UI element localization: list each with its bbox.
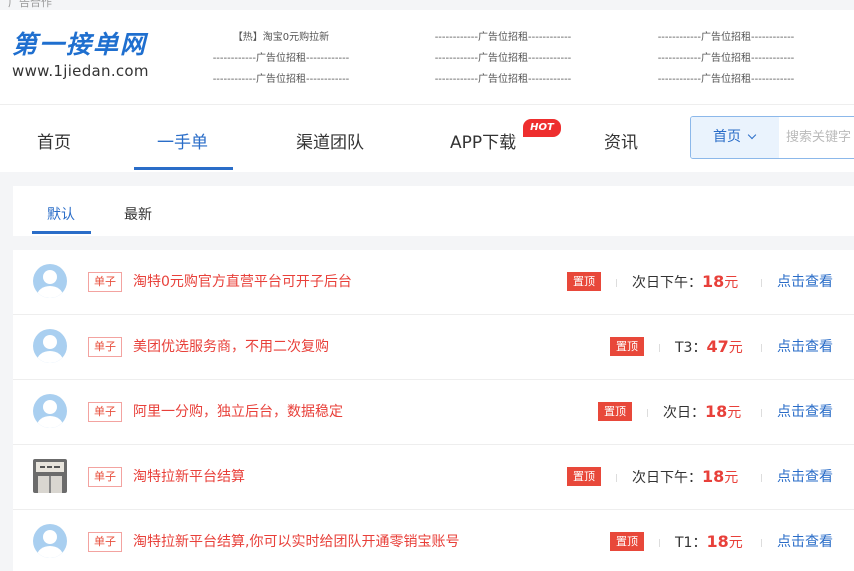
settlement-time: T1 <box>675 535 693 551</box>
view-details-link[interactable]: 点击查看 <box>777 270 833 294</box>
settlement-price: T3：47元 <box>675 337 743 356</box>
avatar-shop-photo <box>33 459 67 493</box>
list-item[interactable]: 单子 淘特拉新平台结算 置顶 次日下午：18元 点击查看 <box>13 445 854 510</box>
price-value: 18 <box>705 402 728 421</box>
pinned-badge: 置顶 <box>567 272 601 291</box>
item-title[interactable]: 淘特拉新平台结算,你可以实时给团队开通零销宝账号 <box>133 532 459 552</box>
item-title[interactable]: 阿里一分购，独立后台，数据稳定 <box>133 402 343 422</box>
type-tag: 单子 <box>88 272 122 292</box>
settlement-time: 次日下午 <box>632 275 688 291</box>
ad-slot[interactable]: ------------广告位招租------------ <box>638 28 814 43</box>
search-input[interactable] <box>786 117 854 158</box>
settlement-time: 次日 <box>663 405 691 421</box>
divider <box>761 279 762 287</box>
tab-default[interactable]: 默认 <box>47 204 75 224</box>
pinned-badge: 置顶 <box>610 532 644 551</box>
logo-title: 第一接单网 <box>12 30 148 59</box>
price-value: 18 <box>702 272 725 291</box>
settlement-price: 次日下午：18元 <box>632 467 739 486</box>
view-details-link[interactable]: 点击查看 <box>777 465 833 489</box>
list-item[interactable]: 单子 美团优选服务商，不用二次复购 置顶 T3：47元 点击查看 <box>13 315 854 380</box>
pinned-badge: 置顶 <box>598 402 632 421</box>
view-details-link[interactable]: 点击查看 <box>777 400 833 424</box>
header: 第一接单网 www.1jiedan.com 【热】淘宝0元购拉新 -------… <box>0 10 854 104</box>
item-title[interactable]: 美团优选服务商，不用二次复购 <box>133 337 329 357</box>
divider <box>761 344 762 352</box>
view-details-link[interactable]: 点击查看 <box>777 335 833 359</box>
type-tag: 单子 <box>88 532 122 552</box>
search-box: 首页 <box>690 116 854 159</box>
ad-slot[interactable]: ------------广告位招租------------ <box>415 49 591 64</box>
type-tag: 单子 <box>88 402 122 422</box>
nav-news[interactable]: 资讯 <box>604 128 638 153</box>
item-title[interactable]: 淘特0元购官方直营平台可开子后台 <box>133 272 352 292</box>
settlement-time: 次日下午 <box>632 470 688 486</box>
pinned-badge: 置顶 <box>567 467 601 486</box>
nav-app-download[interactable]: APP下载 <box>450 128 516 153</box>
item-title[interactable]: 淘特拉新平台结算 <box>133 467 245 487</box>
avatar-user-icon <box>33 264 67 298</box>
divider <box>616 279 617 287</box>
divider <box>761 474 762 482</box>
view-details-link[interactable]: 点击查看 <box>777 530 833 554</box>
settlement-price: 次日：18元 <box>663 402 742 421</box>
list-tabs: 默认 最新 <box>13 186 854 236</box>
divider <box>647 409 648 417</box>
price-unit: 元 <box>728 535 743 551</box>
nav-active-indicator <box>134 167 233 170</box>
price-unit: 元 <box>724 470 739 486</box>
hot-badge: HOT <box>523 119 561 137</box>
list-item[interactable]: 单子 淘特0元购官方直营平台可开子后台 置顶 次日下午：18元 点击查看 <box>13 250 854 315</box>
price-unit: 元 <box>724 275 739 291</box>
site-logo[interactable]: 第一接单网 www.1jiedan.com <box>12 30 149 80</box>
type-tag: 单子 <box>88 467 122 487</box>
price-unit: 元 <box>728 340 743 356</box>
ad-slot[interactable]: 【热】淘宝0元购拉新 <box>193 28 369 43</box>
ad-cooperation-link[interactable]: 广告合作 <box>8 0 52 10</box>
ad-slot[interactable]: ------------广告位招租------------ <box>415 28 591 43</box>
divider <box>659 344 660 352</box>
divider <box>761 409 762 417</box>
ad-slot[interactable]: ------------广告位招租------------ <box>415 70 591 85</box>
ad-slot[interactable]: ------------广告位招租------------ <box>638 49 814 64</box>
price-unit: 元 <box>727 405 742 421</box>
avatar-user-icon <box>33 394 67 428</box>
job-list: 单子 淘特0元购官方直营平台可开子后台 置顶 次日下午：18元 点击查看 单子 … <box>13 250 854 571</box>
nav-channel-team[interactable]: 渠道团队 <box>296 128 364 153</box>
pinned-badge: 置顶 <box>610 337 644 356</box>
avatar-user-icon <box>33 524 67 558</box>
ad-slot[interactable]: ------------广告位招租------------ <box>193 70 369 85</box>
price-value: 47 <box>706 337 729 356</box>
price-value: 18 <box>702 467 725 486</box>
ad-slot[interactable]: ------------广告位招租------------ <box>638 70 814 85</box>
divider <box>761 539 762 547</box>
search-scope-select[interactable]: 首页 <box>691 117 779 158</box>
price-value: 18 <box>706 532 729 551</box>
divider <box>616 474 617 482</box>
nav-first-hand[interactable]: 一手单 <box>157 128 208 153</box>
nav-home[interactable]: 首页 <box>37 128 71 153</box>
settlement-time: T3 <box>675 340 693 356</box>
divider <box>659 539 660 547</box>
settlement-price: T1：18元 <box>675 532 743 551</box>
list-item[interactable]: 单子 淘特拉新平台结算,你可以实时给团队开通零销宝账号 置顶 T1：18元 点击… <box>13 510 854 571</box>
list-item[interactable]: 单子 阿里一分购，独立后台，数据稳定 置顶 次日：18元 点击查看 <box>13 380 854 445</box>
search-scope-label: 首页 <box>713 129 741 145</box>
type-tag: 单子 <box>88 337 122 357</box>
settlement-price: 次日下午：18元 <box>632 272 739 291</box>
tab-active-indicator <box>32 231 91 234</box>
chevron-down-icon <box>747 130 757 140</box>
avatar-user-icon <box>33 329 67 363</box>
logo-url: www.1jiedan.com <box>12 62 149 80</box>
tab-latest[interactable]: 最新 <box>124 204 152 224</box>
top-strip: 广告合作 <box>0 0 854 10</box>
ad-slot[interactable]: ------------广告位招租------------ <box>193 49 369 64</box>
